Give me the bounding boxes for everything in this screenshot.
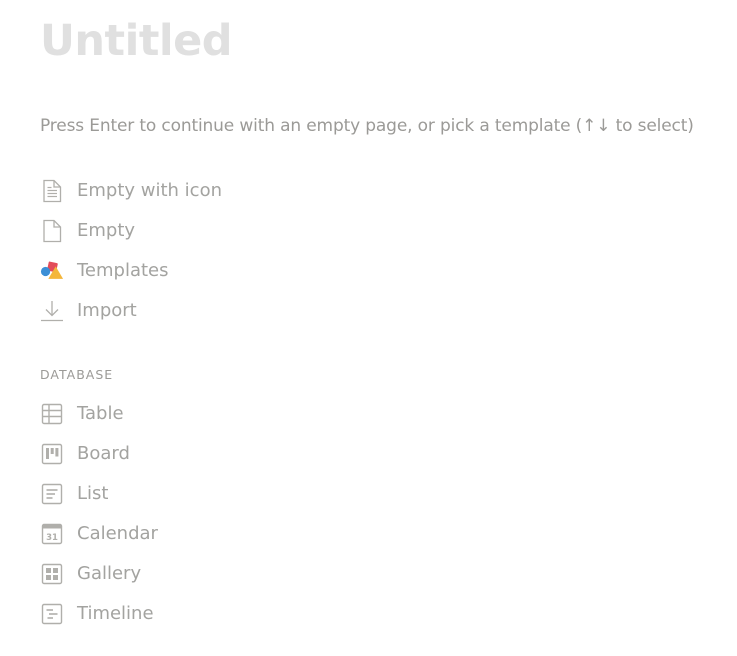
database-options: Table Board List 31 Calendar Gallery Tim…	[40, 394, 158, 634]
option-label: Empty with icon	[77, 180, 222, 201]
option-label: Timeline	[77, 603, 154, 624]
option-label: List	[77, 483, 109, 504]
templates-shapes-icon	[40, 259, 64, 283]
new-page-view: Untitled Press Enter to continue with an…	[0, 0, 737, 656]
option-templates[interactable]: Templates	[40, 251, 222, 291]
database-option-list[interactable]: List	[40, 474, 158, 514]
database-option-timeline[interactable]: Timeline	[40, 594, 158, 634]
page-with-text-icon	[40, 179, 64, 203]
calendar-icon: 31	[40, 522, 64, 546]
option-label: Table	[77, 403, 124, 424]
gallery-icon	[40, 562, 64, 586]
option-empty-with-icon[interactable]: Empty with icon	[40, 171, 222, 211]
option-label: Empty	[77, 220, 136, 241]
database-option-calendar[interactable]: 31 Calendar	[40, 514, 158, 554]
database-section-heading: DATABASE	[40, 367, 114, 382]
option-label: Gallery	[77, 563, 142, 584]
calendar-icon-text: 31	[46, 533, 58, 543]
option-label: Import	[77, 300, 137, 321]
blank-page-icon	[40, 219, 64, 243]
option-label: Calendar	[77, 523, 158, 544]
download-arrow-icon	[40, 299, 64, 323]
option-empty[interactable]: Empty	[40, 211, 222, 251]
database-option-gallery[interactable]: Gallery	[40, 554, 158, 594]
empty-page-hint: Press Enter to continue with an empty pa…	[40, 116, 694, 136]
page-title[interactable]: Untitled	[40, 12, 233, 70]
list-icon	[40, 482, 64, 506]
table-icon	[40, 402, 64, 426]
timeline-icon	[40, 602, 64, 626]
database-option-table[interactable]: Table	[40, 394, 158, 434]
option-label: Board	[77, 443, 130, 464]
option-import[interactable]: Import	[40, 291, 222, 331]
page-start-options: Empty with icon Empty Templates Import	[40, 171, 222, 331]
board-icon	[40, 442, 64, 466]
database-option-board[interactable]: Board	[40, 434, 158, 474]
option-label: Templates	[77, 260, 169, 281]
